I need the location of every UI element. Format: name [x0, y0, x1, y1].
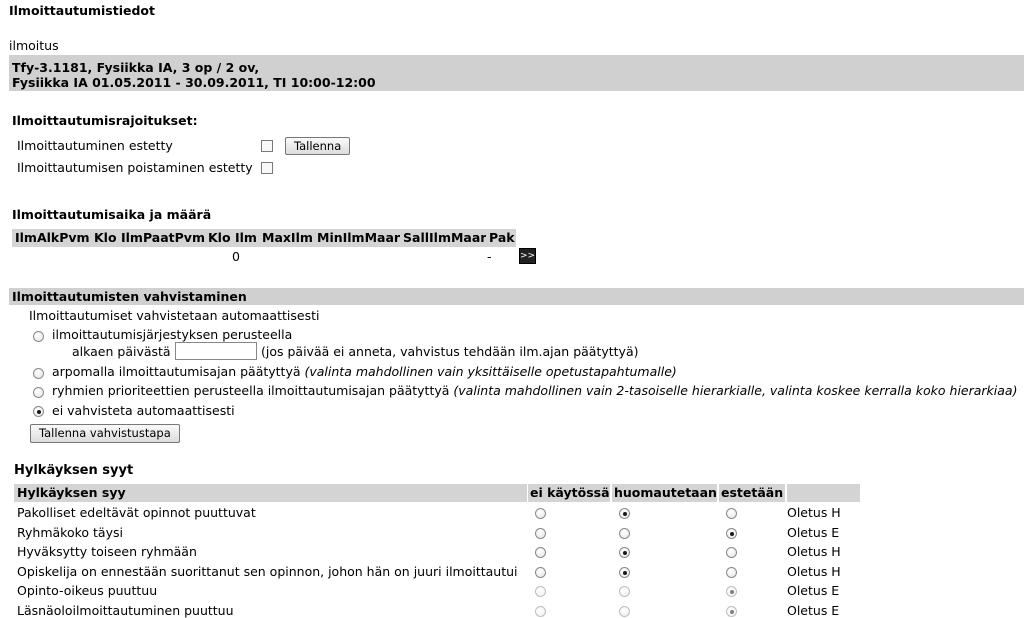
default-value: Oletus E	[787, 583, 840, 598]
not-in-use-radio[interactable]	[535, 567, 546, 578]
confirm-option-order-radio[interactable]	[33, 331, 44, 342]
col-klo-start: Klo	[91, 229, 118, 247]
subtitle: ilmoitus	[9, 38, 59, 53]
not-in-use-radio[interactable]	[535, 528, 546, 539]
col-blocked: estetään	[719, 484, 785, 502]
rejection-reason: Ryhmäkoko täysi	[17, 525, 123, 540]
confirm-option-order-label: ilmoittautumisjärjestyksen perusteella	[52, 327, 293, 342]
removal-blocked-checkbox[interactable]	[261, 162, 273, 174]
confirmation-heading: Ilmoittautumisten vahvistaminen	[12, 289, 247, 304]
rejection-reason: Läsnäoloilmoittautuminen puuttuu	[17, 603, 234, 618]
confirm-option-lottery-note: (valinta mahdollinen vain yksittäiselle …	[304, 364, 677, 379]
default-value: Oletus H	[787, 544, 841, 559]
confirm-option-lottery: arpomalla ilmoittautumisajan päätyttyä (…	[52, 364, 677, 379]
notified-radio	[619, 586, 630, 597]
blocked-radio	[726, 606, 737, 617]
confirm-option-priority-radio[interactable]	[33, 387, 44, 398]
restrictions-heading: Ilmoittautumisrajoitukset:	[12, 113, 198, 128]
col-minilmmaar: MinIlmMaar	[314, 229, 400, 247]
not-in-use-radio[interactable]	[535, 547, 546, 558]
notified-radio[interactable]	[619, 567, 630, 578]
period-next-button[interactable]: >>	[519, 248, 536, 264]
notified-radio[interactable]	[619, 508, 630, 519]
rejection-reason: Hyväksytty toiseen ryhmään	[17, 544, 197, 559]
blocked-radio[interactable]	[726, 528, 737, 539]
period-heading: Ilmoittautumisaika ja määrä	[12, 207, 212, 222]
rejection-reason: Pakolliset edeltävät opinnot puuttuvat	[17, 505, 256, 520]
default-value: Oletus H	[787, 564, 841, 579]
col-not-in-use: ei käytössä	[528, 484, 610, 502]
col-notified: huomautetaan	[612, 484, 717, 502]
confirm-option-priority: ryhmien prioriteettien perusteella ilmoi…	[52, 383, 1017, 398]
not-in-use-radio	[535, 606, 546, 617]
not-in-use-radio[interactable]	[535, 508, 546, 519]
confirm-option-lottery-label: arpomalla ilmoittautumisajan päätyttyä	[52, 364, 301, 379]
col-ilm: Ilm	[232, 229, 259, 247]
page-title: Ilmoittautumistiedot	[9, 3, 155, 18]
from-date-input[interactable]	[175, 342, 257, 360]
course-info-line2: Fysiikka IA 01.05.2011 - 30.09.2011, TI …	[12, 75, 376, 90]
registration-blocked-label: Ilmoittautuminen estetty	[17, 138, 173, 153]
col-ilmpaatpvm: IlmPaatPvm	[118, 229, 205, 247]
from-date-label: alkaen päivästä	[72, 344, 171, 359]
not-in-use-radio	[535, 586, 546, 597]
from-date-hint: (jos päivää ei anneta, vahvistus tehdään…	[261, 344, 639, 359]
period-ilm-value: 0	[232, 249, 240, 264]
confirmation-intro: Ilmoittautumiset vahvistetaan automaatti…	[29, 308, 320, 323]
col-sallilmmaar: SallIlmMaar	[400, 229, 486, 247]
notified-radio[interactable]	[619, 528, 630, 539]
blocked-radio	[726, 586, 737, 597]
registration-blocked-checkbox[interactable]	[261, 140, 273, 152]
save-restrictions-button[interactable]: Tallenna	[285, 137, 351, 155]
default-value: Oletus E	[787, 603, 840, 618]
notified-radio	[619, 606, 630, 617]
confirm-option-lottery-radio[interactable]	[33, 368, 44, 379]
col-pak: Pak	[486, 229, 516, 247]
rejections-heading: Hylkäyksen syyt	[14, 463, 134, 478]
save-confirmation-button[interactable]: Tallenna vahvistustapa	[30, 424, 180, 443]
notified-radio[interactable]	[619, 547, 630, 558]
blocked-radio[interactable]	[726, 547, 737, 558]
col-reason: Hylkäyksen syy	[14, 484, 527, 502]
default-value: Oletus H	[787, 505, 841, 520]
col-maxilm: MaxIlm	[259, 229, 314, 247]
blocked-radio[interactable]	[726, 567, 737, 578]
col-ilmalkpvm: IlmAlkPvm	[12, 229, 91, 247]
confirm-option-priority-label: ryhmien prioriteettien perusteella ilmoi…	[52, 383, 450, 398]
confirm-option-none-radio[interactable]	[33, 406, 44, 417]
removal-blocked-label: Ilmoittautumisen poistaminen estetty	[17, 160, 253, 175]
period-pak-value: -	[487, 249, 492, 264]
default-value: Oletus E	[787, 525, 840, 540]
col-klo-end: Klo	[205, 229, 232, 247]
col-default	[787, 484, 860, 502]
rejection-reason: Opiskelija on ennestään suorittanut sen …	[17, 564, 518, 579]
confirm-option-none-label: ei vahvisteta automaattisesti	[52, 403, 235, 418]
rejection-reason: Opinto-oikeus puuttuu	[17, 583, 158, 598]
confirm-option-priority-note: (valinta mahdollinen vain 2-tasoiselle h…	[453, 383, 1018, 398]
course-info-line1: Tfy-3.1181, Fysiikka IA, 3 op / 2 ov,	[12, 60, 260, 75]
blocked-radio[interactable]	[726, 508, 737, 519]
